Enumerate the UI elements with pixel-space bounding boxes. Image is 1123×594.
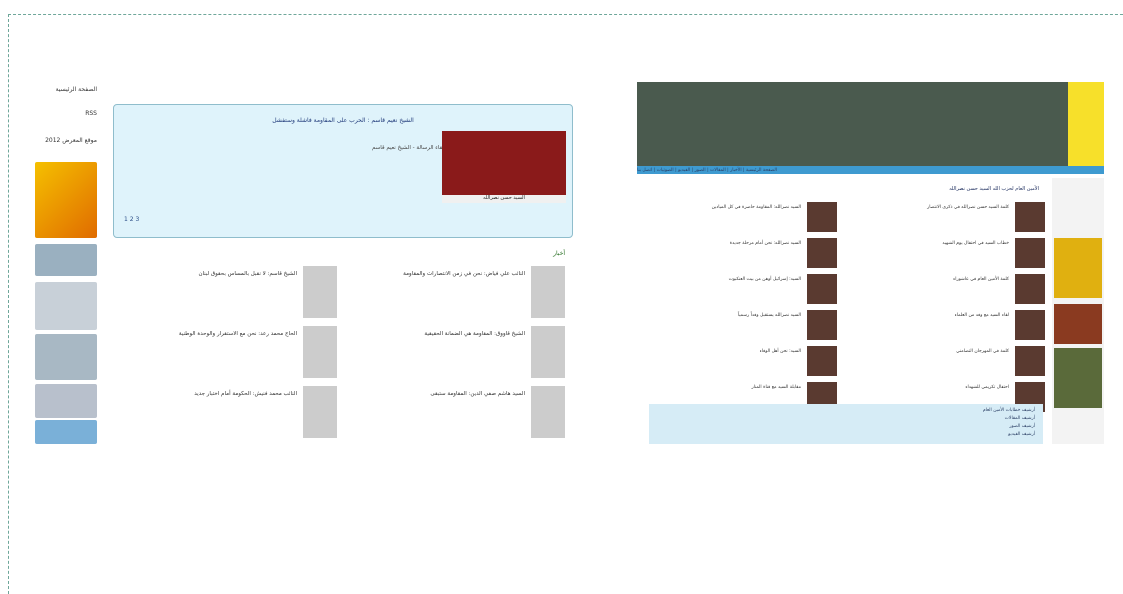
- article-text: خطاب السيد في احتفال يوم الشهيد: [942, 241, 1009, 246]
- article-thumb: [807, 202, 837, 232]
- article-item[interactable]: خطاب السيد في احتفال يوم الشهيد: [845, 238, 1045, 268]
- article-item[interactable]: السيد: إسرائيل أوهن من بيت العنكبوت: [637, 274, 837, 304]
- news-text: النائب علي فياض: نحن في زمن الانتصارات و…: [403, 271, 525, 277]
- news-item[interactable]: الشيخ قاسم: لا نقبل بالمساس بحقوق لبنان: [117, 266, 337, 320]
- archive-link[interactable]: أرشيف الفيديو: [1008, 432, 1035, 437]
- news-thumb: [303, 266, 337, 318]
- article-text: احتفال تكريمي للشهداء: [965, 385, 1009, 390]
- news-text: النائب محمد فنيش: الحكومة أمام اختبار جد…: [194, 391, 297, 397]
- news-thumb: [303, 386, 337, 438]
- featured-caption: السيد حسن نصرالله: [442, 195, 566, 203]
- article-text: كلمة في المهرجان التضامني: [956, 349, 1009, 354]
- news-item[interactable]: الشيخ قاووق: المقاومة هي الضمانة الحقيقي…: [345, 326, 565, 380]
- left-sidebar: الصفحة الرئيسية RSS موقع المعرض 2012: [35, 82, 97, 444]
- sidebar-banner[interactable]: [1054, 304, 1102, 344]
- news-title: أخبار: [553, 250, 565, 257]
- article-thumb: [1015, 202, 1045, 232]
- promo-tile-2[interactable]: [35, 282, 97, 330]
- news-text: السيد هاشم صفي الدين: المقاومة ستبقى: [430, 391, 525, 397]
- archive-link[interactable]: أرشيف المقالات: [1005, 416, 1035, 421]
- sidebar-banner[interactable]: [1054, 238, 1102, 298]
- news-thumb: [303, 326, 337, 378]
- promo-tile-3[interactable]: [35, 334, 97, 380]
- article-item[interactable]: السيد نصرالله: نحن أمام مرحلة جديدة: [637, 238, 837, 268]
- article-text: السيد نصرالله يستقبل وفداً رسمياً: [737, 313, 801, 318]
- article-item[interactable]: لقاء السيد مع وفد من العلماء: [845, 310, 1045, 340]
- article-item[interactable]: السيد: نحن أهل الوفاء: [637, 346, 837, 376]
- archive-link[interactable]: أرشيف الصور: [1009, 424, 1035, 429]
- article-text: كلمة الأمين العام في عاشوراء: [953, 277, 1009, 282]
- featured-headline[interactable]: الشيخ نعيم قاسم : الحرب على المقاومة فاش…: [114, 117, 572, 124]
- article-item[interactable]: كلمة الأمين العام في عاشوراء: [845, 274, 1045, 304]
- sidebar-banner[interactable]: [1054, 348, 1102, 408]
- article-thumb: [1015, 274, 1045, 304]
- news-thumb: [531, 326, 565, 378]
- news-text: الشيخ قاووق: المقاومة هي الضمانة الحقيقي…: [424, 331, 525, 337]
- site-banner: [637, 82, 1104, 166]
- article-text: السيد نصرالله: نحن أمام مرحلة جديدة: [729, 241, 801, 246]
- featured-pager[interactable]: 1 2 3: [124, 216, 139, 223]
- article-thumb: [1015, 346, 1045, 376]
- featured-box: الشيخ نعيم قاسم : الحرب على المقاومة فاش…: [113, 104, 573, 238]
- promo-tile-1[interactable]: [35, 244, 97, 276]
- article-item[interactable]: السيد نصرالله: المقاومة حاضرة في كل المي…: [637, 202, 837, 232]
- sidebar-link-expo[interactable]: موقع المعرض 2012: [37, 137, 97, 144]
- promo-tile-sun[interactable]: [35, 162, 97, 238]
- article-text: السيد نصرالله: المقاومة حاضرة في كل المي…: [711, 205, 801, 210]
- article-thumb: [807, 274, 837, 304]
- news-item[interactable]: النائب محمد فنيش: الحكومة أمام اختبار جد…: [117, 386, 337, 440]
- promo-tile-5[interactable]: [35, 420, 97, 444]
- article-thumb: [1015, 310, 1045, 340]
- article-thumb: [807, 310, 837, 340]
- article-item[interactable]: كلمة في المهرجان التضامني: [845, 346, 1045, 376]
- featured-image[interactable]: السيد حسن نصرالله: [442, 131, 566, 203]
- flag-logo[interactable]: [1068, 82, 1104, 166]
- nav-menu[interactable]: الصفحة الرئيسية | الأخبار | المقالات | ا…: [637, 168, 1104, 173]
- sidebar-link-rss[interactable]: RSS: [37, 110, 97, 117]
- left-screenshot: الصفحة الرئيسية RSS موقع المعرض 2012 الش…: [35, 82, 573, 444]
- article-item[interactable]: كلمة السيد حسن نصرالله في ذكرى الانتصار: [845, 202, 1045, 232]
- news-text: الشيخ قاسم: لا نقبل بالمساس بحقوق لبنان: [198, 271, 297, 277]
- news-thumb: [531, 266, 565, 318]
- archive-links: أرشيف خطابات الأمين العام أرشيف المقالات…: [649, 404, 1043, 444]
- right-sidebar: [1052, 178, 1104, 444]
- article-text: السيد: نحن أهل الوفاء: [759, 349, 801, 354]
- right-screenshot: الصفحة الرئيسية | الأخبار | المقالات | ا…: [637, 82, 1104, 444]
- article-item[interactable]: السيد نصرالله يستقبل وفداً رسمياً: [637, 310, 837, 340]
- archive-link[interactable]: أرشيف خطابات الأمين العام: [983, 408, 1035, 413]
- article-text: لقاء السيد مع وفد من العلماء: [954, 313, 1009, 318]
- content-title: الأمين العام لحزب الله السيد حسن نصرالله: [949, 186, 1039, 192]
- news-item[interactable]: النائب علي فياض: نحن في زمن الانتصارات و…: [345, 266, 565, 320]
- news-text: الحاج محمد رعد: نحن مع الاستقرار والوحدة…: [178, 331, 297, 337]
- article-text: مقابلة السيد مع قناة المنار: [751, 385, 801, 390]
- article-thumb: [807, 238, 837, 268]
- article-thumb: [1015, 238, 1045, 268]
- news-item[interactable]: الحاج محمد رعد: نحن مع الاستقرار والوحدة…: [117, 326, 337, 380]
- article-text: كلمة السيد حسن نصرالله في ذكرى الانتصار: [927, 205, 1009, 210]
- news-item[interactable]: السيد هاشم صفي الدين: المقاومة ستبقى: [345, 386, 565, 440]
- news-thumb: [531, 386, 565, 438]
- article-text: السيد: إسرائيل أوهن من بيت العنكبوت: [728, 277, 801, 282]
- sidebar-link-home[interactable]: الصفحة الرئيسية: [37, 86, 97, 93]
- promo-tile-4[interactable]: [35, 384, 97, 418]
- article-thumb: [807, 346, 837, 376]
- featured-subtext: لقاء الرسالة - الشيخ نعيم قاسم: [372, 145, 444, 151]
